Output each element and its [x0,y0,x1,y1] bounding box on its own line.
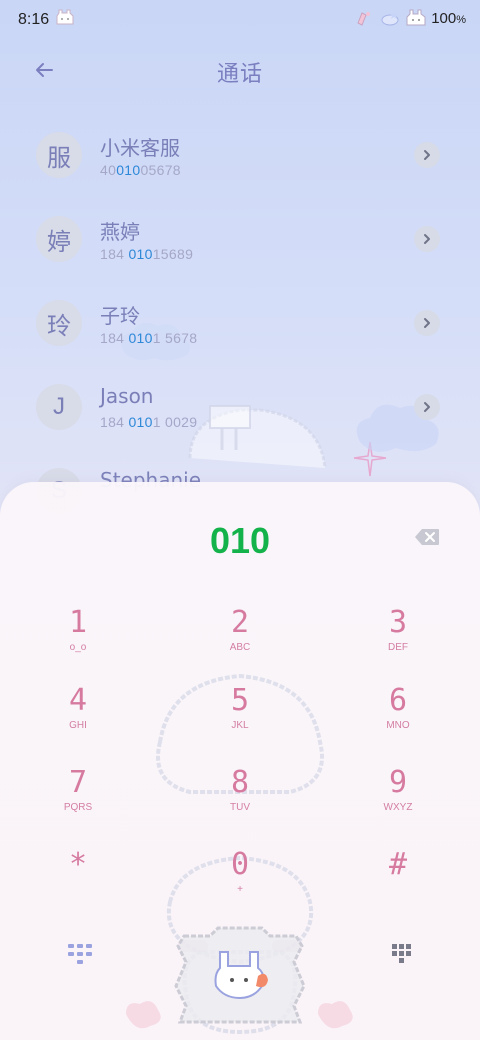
key-letters: JKL [231,720,249,731]
key-8[interactable]: 8 TUV [180,766,300,836]
key-letters: GHI [69,720,87,731]
contact-avatar: 服 [36,132,82,178]
key-1[interactable]: 1 o_o [18,606,138,676]
page-title: 通话 [216,62,263,87]
number-prefix: 40 [100,162,117,178]
contact-name: 子玲 [100,304,140,328]
key-letters: o_o [69,642,87,653]
number-match: 010 [128,330,153,346]
chevron-right-icon[interactable] [414,310,440,336]
contact-number: 4001005678 [100,162,181,178]
key-6[interactable]: 6 MNO [338,684,458,754]
key-hash[interactable]: # [338,848,458,918]
key-7[interactable]: 7 PQRS [18,766,138,836]
key-digit: 4 [68,683,88,718]
dialpad-toggle-icon[interactable] [66,942,94,966]
number-suffix: 05678 [140,162,181,178]
dialer-panel: 010 1 o_o 2 ABC 3 DEF 4 GHI 5 JKL 6 MNO … [0,482,480,1040]
contact-name: 燕婷 [100,220,140,244]
number-prefix: 184 [100,246,129,262]
contact-avatar: 玲 [36,300,82,346]
key-digit: 2 [230,605,250,640]
backspace-icon[interactable] [414,528,440,546]
number-prefix: 184 [100,414,129,430]
key-letters: ABC [229,642,251,653]
key-letters: PQRS [63,802,93,813]
number-prefix: 184 [100,330,129,346]
contact-row[interactable]: 玲 子玲 184 0101 5678 [0,280,480,364]
key-digit: 7 [68,765,88,800]
dialed-number: 010 [209,520,271,561]
number-match: 010 [128,246,153,262]
battery-unit: % [456,13,466,26]
candy-icon [357,12,371,26]
bunny-battery-icon [406,9,426,26]
contact-row[interactable]: J Jason 184 0101 0029 [0,364,480,448]
contact-name: Jason [100,384,154,408]
battery-percent: 100% [431,10,466,27]
status-time: 8:16 [18,11,50,28]
key-digit: * [68,847,88,882]
number-suffix: 1 0029 [152,414,198,430]
pink-flower-decoration [126,1001,161,1029]
contact-row[interactable]: 服 小米客服 4001005678 [0,112,480,196]
key-2[interactable]: 2 ABC [180,606,300,676]
key-star[interactable]: * [18,848,138,918]
key-digit: 6 [388,683,408,718]
status-bar: 8:16 100% [0,0,480,40]
contact-name: 小米客服 [100,136,180,160]
key-digit: 5 [230,683,250,718]
number-match: 010 [116,162,141,178]
more-dots-icon[interactable] [390,942,414,968]
call-button[interactable] [170,926,310,1026]
header: 通话 [0,50,480,90]
number-suffix: 1 5678 [152,330,198,346]
chevron-right-icon[interactable] [414,394,440,420]
cloud-star-icon [381,11,399,26]
bunny-sticker-icon [56,9,74,25]
contact-number: 184 01015689 [100,246,193,262]
key-digit: 1 [68,605,88,640]
key-0[interactable]: 0 + [180,848,300,918]
number-match: 010 [128,414,153,430]
number-suffix: 15689 [152,246,194,262]
key-letters: + [237,884,243,895]
battery-value: 100 [431,9,457,27]
chevron-right-icon[interactable] [414,226,440,252]
contact-avatar: J [36,384,82,430]
key-digit: 3 [388,605,408,640]
bunny-call-icon [174,926,306,1024]
chevron-right-icon[interactable] [414,142,440,168]
key-digit: 9 [388,765,408,800]
contact-avatar: 婷 [36,216,82,262]
key-letters: TUV [230,802,250,813]
key-digit: 8 [230,765,250,800]
key-3[interactable]: 3 DEF [338,606,458,676]
key-letters: MNO [386,720,410,731]
key-letters: WXYZ [383,802,413,813]
key-5[interactable]: 5 JKL [180,684,300,754]
pink-flower-decoration-2 [318,1001,353,1029]
key-digit: # [388,847,408,882]
contact-number: 184 0101 5678 [100,330,197,346]
contact-row[interactable]: 婷 燕婷 184 01015689 [0,196,480,280]
key-4[interactable]: 4 GHI [18,684,138,754]
key-letters: DEF [388,642,408,653]
contact-number: 184 0101 0029 [100,414,197,430]
key-9[interactable]: 9 WXYZ [338,766,458,836]
contact-list: 服 小米客服 4001005678 婷 燕婷 184 01015689 玲 子玲… [0,112,480,532]
status-right-group: 100% [353,9,466,27]
key-digit: 0 [230,847,250,882]
